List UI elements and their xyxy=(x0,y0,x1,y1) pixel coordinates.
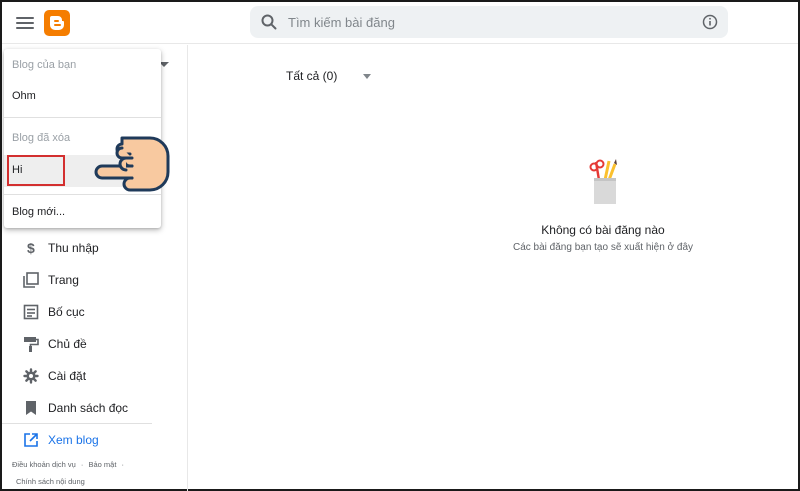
sidebar-item-label: Trang xyxy=(48,273,79,287)
search-icon[interactable] xyxy=(260,13,278,36)
privacy-link[interactable]: Bảo mật xyxy=(88,460,116,469)
footer-separator: · xyxy=(80,460,84,469)
blog-item-ohm[interactable]: Ohm xyxy=(12,90,36,102)
view-blog-link[interactable]: Xem blog xyxy=(22,428,99,452)
sidebar-item-label: Cài đặt xyxy=(48,369,87,383)
top-bar xyxy=(2,2,798,44)
sidebar-divider xyxy=(2,423,152,424)
sidebar-item-label: Danh sách đọc xyxy=(48,401,129,415)
sidebar-item-reading-list[interactable]: Danh sách đọc xyxy=(22,396,128,420)
search-bar xyxy=(250,6,728,38)
sidebar-item-label: Thu nhập xyxy=(48,241,99,255)
filter-label: Tất cả (0) xyxy=(286,69,338,83)
sidebar-item-pages[interactable]: Trang xyxy=(22,268,79,292)
sidebar-item-theme[interactable]: Chủ đề xyxy=(22,332,87,356)
gear-icon xyxy=(22,367,40,385)
dollar-icon: $ xyxy=(22,239,40,257)
sidebar-item-label: Chủ đề xyxy=(48,337,87,351)
svg-text:$: $ xyxy=(27,240,35,256)
bookmark-icon xyxy=(22,399,40,417)
footer-separator: · xyxy=(121,460,125,469)
open-in-new-icon xyxy=(22,431,40,449)
sidebar-item-layout[interactable]: Bố cục xyxy=(22,300,85,324)
info-icon[interactable] xyxy=(702,14,718,35)
menu-divider xyxy=(4,117,161,118)
chevron-down-icon xyxy=(363,73,372,79)
view-blog-label: Xem blog xyxy=(48,433,99,447)
post-filter-dropdown[interactable]: Tất cả (0) xyxy=(286,69,372,83)
terms-link[interactable]: Điều khoản dịch vụ xyxy=(12,460,76,469)
sidebar-item-earnings[interactable]: $ Thu nhập xyxy=(22,236,99,260)
hamburger-menu-icon[interactable] xyxy=(16,14,34,32)
new-blog-item[interactable]: Blog mới... xyxy=(12,206,65,218)
pointing-hand-icon xyxy=(92,134,174,199)
layout-icon xyxy=(22,303,40,321)
content-policy-link[interactable]: Chính sách nội dung xyxy=(16,477,85,486)
empty-state-subtitle: Các bài đăng bạn tạo sẽ xuất hiện ở đây xyxy=(512,242,693,253)
empty-state-title: Không có bài đăng nào xyxy=(541,223,665,237)
sidebar-footer-row: Điều khoản dịch vụ · Bảo mật · xyxy=(12,460,127,469)
pages-icon xyxy=(22,271,40,289)
sidebar-item-settings[interactable]: Cài đặt xyxy=(22,364,86,388)
your-blogs-header: Blog của bạn xyxy=(12,59,77,71)
empty-pencil-cup-icon xyxy=(587,158,619,211)
deleted-blogs-header: Blog đã xóa xyxy=(12,132,71,144)
theme-roller-icon xyxy=(22,335,40,353)
highlight-box xyxy=(7,155,65,186)
blogger-logo-icon[interactable] xyxy=(44,10,70,36)
search-input[interactable] xyxy=(288,6,668,38)
sidebar-item-label: Bố cục xyxy=(48,305,85,319)
